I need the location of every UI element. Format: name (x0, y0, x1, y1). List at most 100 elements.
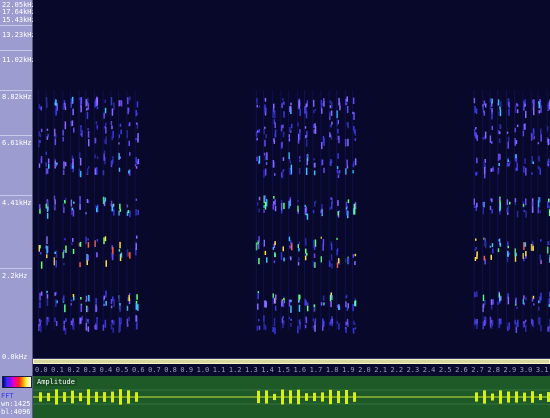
spectral-energy (499, 124, 501, 130)
spectral-energy (483, 323, 486, 326)
spectral-energy (354, 327, 357, 330)
spectral-energy (516, 109, 519, 114)
harmonic-streak (506, 90, 507, 330)
fft-label: FFT (1, 392, 14, 400)
spectral-energy (305, 111, 308, 119)
spectral-energy (40, 128, 43, 133)
spectral-energy (474, 319, 476, 325)
spectral-energy (492, 168, 494, 172)
amplitude-burst (257, 390, 260, 404)
spectral-energy (54, 317, 56, 322)
spectral-energy (297, 261, 300, 266)
harmonic-streak (263, 90, 265, 330)
harmonic-streak (344, 90, 346, 330)
spectral-energy (516, 124, 519, 128)
spectral-energy (533, 107, 535, 116)
spectral-energy (54, 292, 56, 296)
spectral-energy (483, 167, 486, 174)
spectral-energy (64, 106, 67, 110)
spectral-energy (490, 168, 492, 172)
amplitude-burst (63, 392, 66, 402)
spectral-energy (111, 320, 113, 323)
time-label: 2.6 (455, 366, 468, 374)
spectral-energy (533, 99, 535, 108)
time-label: 1.9 (341, 366, 355, 374)
spectral-energy (258, 208, 260, 213)
spectral-energy (298, 257, 300, 261)
spectral-energy (55, 321, 58, 327)
spectral-energy (64, 238, 66, 241)
spectral-energy (347, 257, 350, 265)
spectral-energy (258, 196, 261, 201)
spectral-energy (282, 98, 284, 101)
time-label: 2.2 (390, 366, 404, 374)
time-scroll-thumb[interactable] (33, 359, 550, 364)
amplitude-burst (475, 392, 478, 402)
spectral-energy (257, 202, 259, 206)
time-ruler[interactable]: 0.0 0.1 0.2 0.3 0.4 0.5 0.6 0.7 0.8 0.9 1.0 1.1 1.2 1… (33, 358, 550, 377)
spectral-energy (103, 295, 105, 300)
spectral-energy (39, 252, 42, 255)
spectral-energy (290, 240, 292, 245)
spectral-energy (524, 242, 527, 247)
time-label: 0.6 (131, 366, 145, 374)
time-label: 0.9 (180, 366, 194, 374)
spectral-energy (304, 238, 307, 245)
spectral-energy (87, 254, 89, 261)
harmonic-streak (489, 90, 491, 330)
spectral-energy (40, 107, 42, 110)
spectral-energy (119, 322, 122, 325)
spectral-energy (476, 254, 478, 259)
spectral-energy (539, 296, 541, 303)
time-label: 1.6 (293, 366, 307, 374)
spectral-energy (129, 252, 131, 259)
time-label: 0.5 (115, 366, 129, 374)
spectral-energy (273, 196, 275, 199)
spectral-energy (330, 300, 332, 308)
time-label: 0.2 (67, 366, 80, 374)
amplitude-burst (55, 389, 58, 405)
spectral-energy (87, 103, 90, 110)
spectral-energy (508, 252, 511, 255)
spectral-energy (274, 241, 276, 246)
spectral-energy (353, 207, 356, 215)
freq-tick (0, 195, 32, 196)
amplitude-burst (515, 391, 518, 403)
spectral-energy (532, 133, 535, 139)
spectral-energy (46, 318, 48, 326)
spectral-energy (330, 197, 332, 200)
freq-label-4k: 4.41kHz (2, 199, 32, 207)
spectral-energy (484, 131, 487, 139)
spectral-energy (274, 305, 277, 311)
spectrogram-view[interactable] (33, 0, 550, 358)
amplitude-burst (281, 389, 284, 405)
spectral-energy (507, 141, 509, 149)
spectral-energy (330, 159, 332, 166)
spectral-energy (55, 260, 57, 268)
freq-label-2k: 2.2kHz (2, 272, 28, 280)
spectral-energy (54, 251, 56, 254)
spectral-energy (72, 238, 74, 242)
spectral-energy (474, 248, 476, 251)
amplitude-panel[interactable]: Amplitude (33, 376, 550, 418)
time-label: 2.3 (406, 366, 420, 374)
spectral-energy (88, 139, 90, 147)
spectral-energy (46, 246, 48, 254)
spectral-energy (289, 160, 292, 164)
spectral-energy (337, 128, 339, 134)
spectral-energy (264, 104, 266, 112)
spectral-energy (305, 103, 307, 108)
amplitude-burst (483, 390, 486, 404)
spectral-energy (298, 101, 301, 109)
harmonic-streak (336, 90, 338, 330)
spectral-energy (119, 241, 121, 249)
time-label: 2.4 (422, 366, 436, 374)
spectral-energy (48, 163, 50, 169)
spectral-energy (72, 170, 74, 173)
spectral-energy (47, 316, 50, 323)
spectral-energy (80, 126, 82, 132)
freq-label-13k: 13.23kHz (2, 31, 36, 39)
spectral-energy (509, 201, 511, 205)
spectral-energy (119, 203, 121, 210)
spectral-energy (264, 195, 267, 202)
